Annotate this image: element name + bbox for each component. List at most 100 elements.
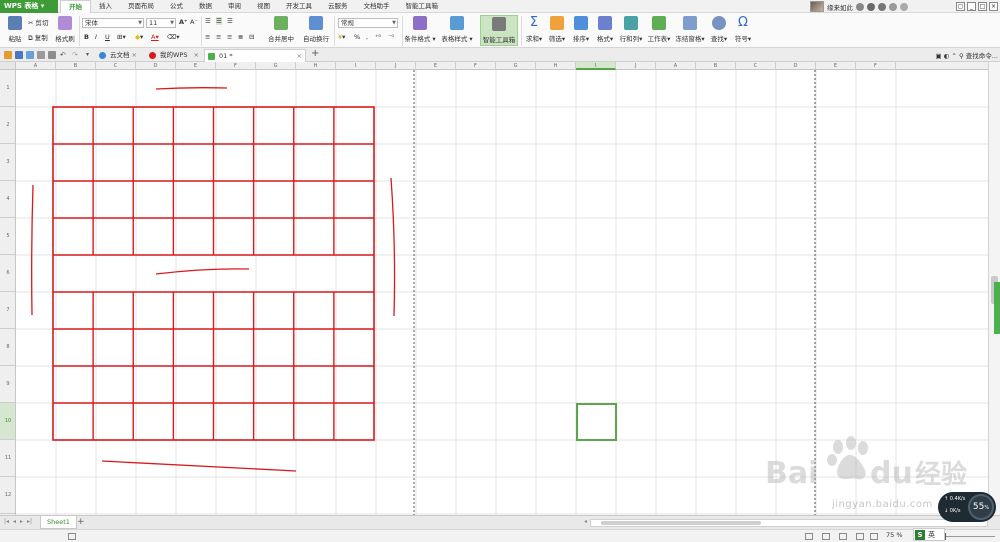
close-button[interactable]: × xyxy=(989,2,998,11)
ime-indicator[interactable]: S 英 xyxy=(913,528,945,541)
copy-button[interactable]: ⧉ 复制 xyxy=(28,32,48,43)
underline-button[interactable]: U xyxy=(105,33,110,41)
close-icon[interactable]: × xyxy=(297,50,302,62)
tab-cloud-service[interactable]: 云服务 xyxy=(320,0,356,13)
column-header[interactable]: G xyxy=(496,62,536,70)
paste-button[interactable]: 粘贴 xyxy=(4,15,26,43)
column-header[interactable]: H xyxy=(536,62,576,70)
prev-sheet-icon[interactable]: ◂ xyxy=(13,518,16,525)
settings-icon[interactable] xyxy=(878,2,886,11)
percent-button[interactable]: % xyxy=(354,33,360,41)
row-header[interactable]: 7 xyxy=(0,292,15,329)
conditional-format-button[interactable]: 条件格式 ▾ xyxy=(404,15,436,43)
column-header[interactable]: D xyxy=(136,62,176,70)
open-folder-icon[interactable] xyxy=(4,51,12,59)
row-header[interactable]: 9 xyxy=(0,366,15,403)
comment-icon[interactable]: ▣ xyxy=(935,52,941,60)
column-header[interactable]: C xyxy=(96,62,136,70)
tab-developer[interactable]: 开发工具 xyxy=(278,0,320,13)
minimize-button[interactable]: _ xyxy=(967,2,976,11)
column-header[interactable]: F xyxy=(856,62,896,70)
customize-toolbar-icon[interactable]: ▾ xyxy=(86,51,94,59)
row-header[interactable]: 3 xyxy=(0,144,15,181)
row-header[interactable]: 12 xyxy=(0,477,15,514)
currency-button[interactable]: ¥▾ xyxy=(338,33,345,41)
tab-page-layout[interactable]: 页面布局 xyxy=(120,0,162,13)
page-break-view-icon[interactable] xyxy=(839,533,847,540)
new-tab-button[interactable]: + xyxy=(311,48,319,59)
column-header[interactable]: E xyxy=(816,62,856,70)
align-left-button[interactable]: ≡ xyxy=(205,33,210,41)
macro-record-icon[interactable] xyxy=(68,533,76,540)
ime-language[interactable]: 英 xyxy=(928,530,935,540)
row-header[interactable]: 11 xyxy=(0,440,15,477)
horizontal-scrollbar[interactable] xyxy=(590,519,988,527)
cut-button[interactable]: ✂ 剪切 xyxy=(28,17,49,27)
row-header[interactable]: 5 xyxy=(0,218,15,255)
export-pdf-icon[interactable] xyxy=(48,51,56,59)
font-name-combo[interactable]: 宋体 ▼ xyxy=(82,18,144,28)
next-sheet-icon[interactable]: ▸ xyxy=(20,518,23,525)
column-header[interactable]: D xyxy=(776,62,816,70)
horizontal-scroll-thumb[interactable] xyxy=(601,521,761,525)
bold-button[interactable]: B xyxy=(84,33,89,41)
row-header[interactable]: 6 xyxy=(0,255,15,292)
app-menu-button[interactable]: WPS 表格 ▾ xyxy=(0,0,58,13)
first-sheet-icon[interactable]: |◂ xyxy=(4,518,9,525)
column-header[interactable]: I xyxy=(576,62,616,70)
avatar[interactable] xyxy=(810,1,824,12)
skin-icon[interactable] xyxy=(889,2,897,11)
reading-mode-icon[interactable] xyxy=(856,533,864,540)
column-header[interactable]: E xyxy=(416,62,456,70)
sheet-grid[interactable] xyxy=(16,70,988,515)
tab-review[interactable]: 审阅 xyxy=(220,0,249,13)
tab-cloud-docs[interactable]: 云文档 × xyxy=(96,49,140,62)
worksheet-button[interactable]: 工作表▾ xyxy=(646,15,672,43)
column-header[interactable]: J xyxy=(616,62,656,70)
tab-data[interactable]: 数据 xyxy=(191,0,220,13)
user-dropdown-icon[interactable] xyxy=(856,2,864,11)
freeze-panes-button[interactable]: 冻结窗格▾ xyxy=(674,15,706,43)
column-header[interactable]: H xyxy=(296,62,336,70)
align-top-button[interactable]: ☰ xyxy=(205,17,211,25)
column-header[interactable]: J xyxy=(376,62,416,70)
thousands-button[interactable]: , xyxy=(366,33,368,41)
tab-doc-assistant[interactable]: 文档助手 xyxy=(356,0,398,13)
find-command-box[interactable]: ▣ ◐ ⌃ ⚲ 查找命令... xyxy=(935,50,998,60)
tab-insert[interactable]: 插入 xyxy=(91,0,120,13)
help-icon[interactable] xyxy=(900,2,908,11)
grow-font-button[interactable]: A⁺ xyxy=(179,18,187,26)
network-speed-widget[interactable]: ↑ 0.4K/s ↓ 0K/s 55% xyxy=(938,492,996,522)
column-header[interactable]: C xyxy=(736,62,776,70)
find-button[interactable]: 查找▾ xyxy=(708,15,730,43)
add-sheet-button[interactable]: + xyxy=(77,516,85,529)
expand-ribbon-icon[interactable]: ⌃ xyxy=(951,52,956,60)
sort-button[interactable]: 排序▾ xyxy=(570,15,592,43)
skin-icon[interactable]: ◐ xyxy=(944,52,950,60)
fullscreen-icon[interactable] xyxy=(870,533,878,540)
align-center-button[interactable]: ≡ xyxy=(216,33,221,41)
clear-format-button[interactable]: ⌫▾ xyxy=(167,33,179,41)
column-header[interactable]: B xyxy=(56,62,96,70)
tab-my-wps[interactable]: 我的WPS × xyxy=(146,49,202,62)
format-painter-button[interactable]: 格式刷 xyxy=(53,15,77,43)
column-header[interactable]: A xyxy=(656,62,696,70)
sum-button[interactable]: Σ 求和▾ xyxy=(524,15,544,44)
border-button[interactable]: ⊞▾ xyxy=(117,33,126,41)
table-style-button[interactable]: 表格样式 ▾ xyxy=(440,15,474,43)
fill-color-button[interactable]: ◆▾ xyxy=(135,33,143,41)
close-icon[interactable]: × xyxy=(194,49,199,61)
smart-toolbox-button[interactable]: 智能工具箱 xyxy=(480,15,518,46)
italic-button[interactable]: I xyxy=(95,33,97,41)
zoom-level[interactable]: 75 % xyxy=(886,531,903,539)
font-color-button[interactable]: A▾ xyxy=(151,33,159,41)
restore-layout-icon[interactable]: ▢ xyxy=(956,2,965,11)
shrink-font-button[interactable]: A⁻ xyxy=(190,18,198,26)
column-header[interactable]: B xyxy=(696,62,736,70)
undo-icon[interactable]: ↶ xyxy=(60,51,68,59)
last-sheet-icon[interactable]: ▸| xyxy=(27,518,32,525)
column-header[interactable]: A xyxy=(16,62,56,70)
filter-button[interactable]: 筛选▾ xyxy=(546,15,568,43)
save-icon[interactable] xyxy=(15,51,23,59)
increase-decimal-button[interactable]: ⁺⁰ xyxy=(375,33,381,41)
